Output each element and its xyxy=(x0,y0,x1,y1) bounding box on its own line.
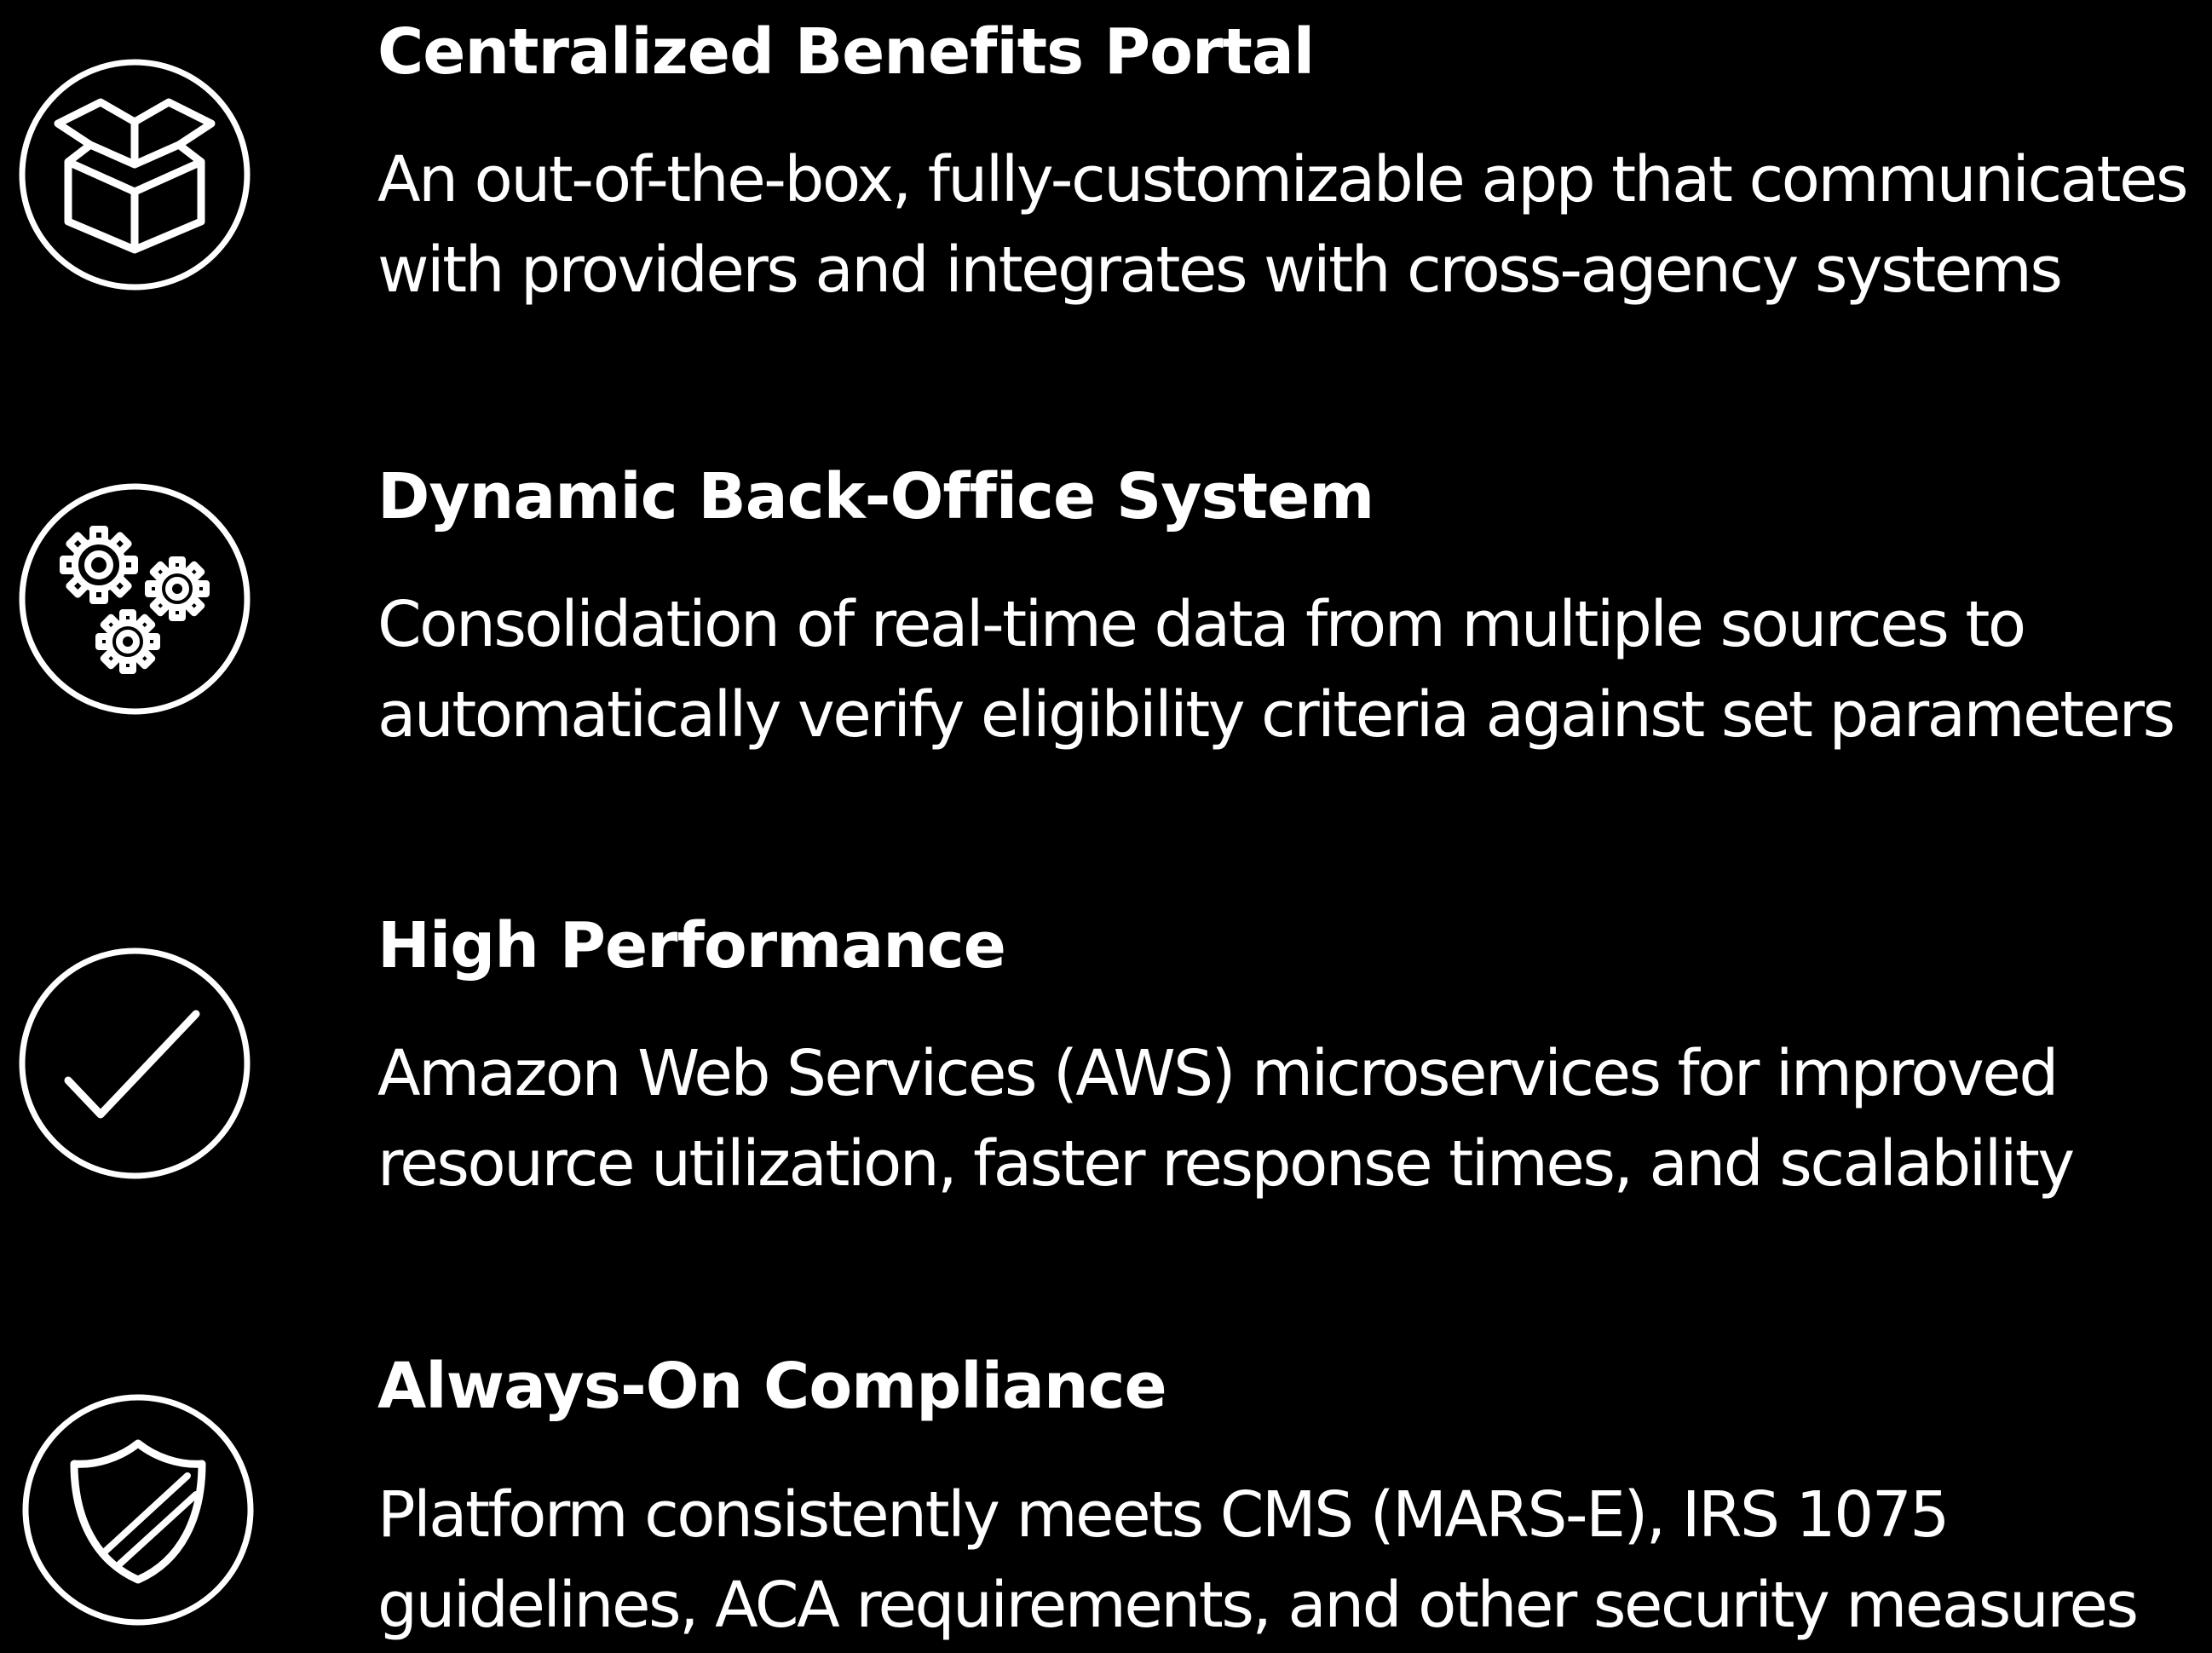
open-box-icon xyxy=(15,55,254,294)
shield-icon xyxy=(19,1391,257,1629)
feature-description-line: guidelines, ACA requirements, and other … xyxy=(377,1569,2139,1642)
feature-description-line: An out-of-the-box, fully-customizable ap… xyxy=(377,143,2189,216)
feature-description: An out-of-the-box, fully-customizable ap… xyxy=(377,135,2189,315)
feature-title: High Performance xyxy=(377,909,1006,982)
feature-title: Dynamic Back-Office System xyxy=(377,460,1374,533)
feature-title: Centralized Benefits Portal xyxy=(377,15,1315,89)
feature-description-line: Amazon Web Services (AWS) microservices … xyxy=(377,1037,2059,1110)
feature-description: Amazon Web Services (AWS) microservices … xyxy=(377,1028,2075,1209)
feature-description: Platform consistently meets CMS (MARS-E)… xyxy=(377,1470,2139,1650)
feature-description: Consolidation of real-time data from mul… xyxy=(377,579,2175,760)
feature-description-line: resource utilization, faster response ti… xyxy=(377,1127,2075,1201)
checkmark-icon xyxy=(15,944,254,1183)
feature-title: Always-On Compliance xyxy=(377,1350,1167,1423)
feature-description-line: automatically verify eligibility criteri… xyxy=(377,678,2175,752)
feature-description-line: with providers and integrates with cross… xyxy=(377,233,2063,307)
gears-icon xyxy=(15,480,254,718)
feature-description-line: Platform consistently meets CMS (MARS-E)… xyxy=(377,1478,1950,1552)
feature-description-line: Consolidation of real-time data from mul… xyxy=(377,588,2026,661)
